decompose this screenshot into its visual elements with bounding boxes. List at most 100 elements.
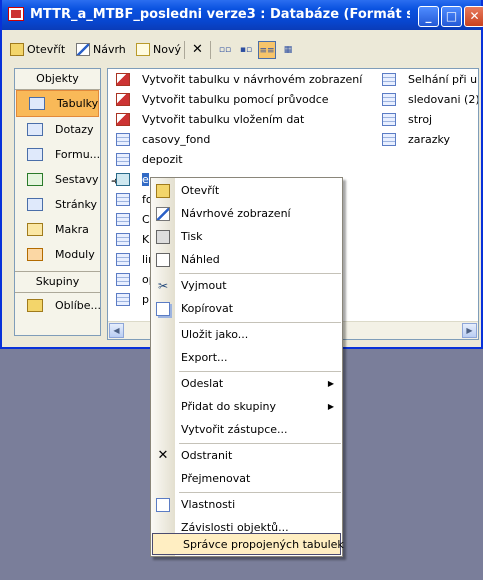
table-icon <box>29 97 45 110</box>
small-icons-view-button[interactable]: ▪▫ <box>237 41 255 59</box>
minimize-button[interactable]: _ <box>418 6 439 27</box>
wizard-icon <box>116 113 130 126</box>
scroll-left-arrow-icon[interactable]: ◀ <box>109 323 124 338</box>
module-icon <box>27 248 43 261</box>
table-icon <box>382 133 396 146</box>
submenu-arrow-icon: ▶ <box>327 402 334 411</box>
large-icons-view-button[interactable]: ▫▫ <box>216 41 234 59</box>
menu-item-delete[interactable]: ✕ Odstranit <box>151 445 342 467</box>
list-item[interactable]: depozit <box>116 151 183 169</box>
list-item[interactable]: Selhání při ulože <box>382 71 478 89</box>
toolbar-divider <box>184 41 185 59</box>
menu-item-save-as[interactable]: Uložit jako... <box>151 324 342 346</box>
favorites-icon <box>27 299 43 312</box>
table-icon <box>116 293 130 306</box>
delete-button[interactable]: ✕ <box>192 41 203 59</box>
menu-item-send[interactable]: Odeslat ▶ <box>151 373 342 395</box>
table-icon <box>382 113 396 126</box>
page-icon <box>27 198 43 211</box>
menu-separator <box>179 322 341 323</box>
open-icon <box>156 184 170 198</box>
list-item[interactable]: fo <box>116 191 153 209</box>
sidebar-item-reports[interactable]: Sestavy <box>15 167 100 192</box>
submenu-arrow-icon: ▶ <box>327 379 334 388</box>
menu-separator <box>179 443 341 444</box>
menu-item-design-view[interactable]: Návrhové zobrazení <box>151 203 342 225</box>
objects-header[interactable]: Objekty <box>15 69 100 90</box>
list-item-selected[interactable]: e <box>116 171 149 189</box>
menu-item-preview[interactable]: Náhled <box>151 249 342 271</box>
list-item[interactable]: Vytvořit tabulku pomocí průvodce <box>116 91 329 109</box>
printer-icon <box>156 230 170 244</box>
sidebar-item-modules[interactable]: Moduly <box>15 242 100 267</box>
list-item[interactable]: zarazky <box>382 131 450 149</box>
delete-icon: ✕ <box>157 448 169 463</box>
maximize-button[interactable]: □ <box>441 6 462 27</box>
report-icon <box>27 173 43 186</box>
close-button[interactable]: ✕ <box>464 6 483 27</box>
groups-header[interactable]: Skupiny <box>15 271 100 293</box>
list-item[interactable]: casovy_fond <box>116 131 210 149</box>
toolbar: Otevřít Návrh Nový ✕ ▫▫ ▪▫ ≡≡ ▦ <box>8 38 479 62</box>
menu-item-export[interactable]: Export... <box>151 347 342 369</box>
context-menu: Otevřít Návrhové zobrazení Tisk Náhled ✂… <box>150 177 344 557</box>
table-icon <box>116 253 130 266</box>
sidebar-item-pages[interactable]: Stránky <box>15 192 100 217</box>
sidebar-item-queries[interactable]: Dotazy <box>15 117 100 142</box>
window-title: MTTR_a_MTBF_posledni verze3 : Databáze (… <box>30 7 410 22</box>
menu-separator <box>179 273 341 274</box>
menu-item-cut[interactable]: ✂ Vyjmout <box>151 275 342 297</box>
delete-icon: ✕ <box>192 42 203 57</box>
list-item[interactable]: lir <box>116 251 153 269</box>
table-icon <box>116 193 130 206</box>
wizard-icon <box>116 93 130 106</box>
table-icon <box>116 273 130 286</box>
menu-item-add-to-group[interactable]: Přidat do skupiny ▶ <box>151 396 342 418</box>
menu-item-properties[interactable]: Vlastnosti <box>151 494 342 516</box>
menu-item-print[interactable]: Tisk <box>151 226 342 248</box>
access-app-icon <box>8 7 24 21</box>
list-item[interactable]: pr <box>116 291 154 309</box>
list-item[interactable]: KI <box>116 231 152 249</box>
table-icon <box>382 73 396 86</box>
details-view-button[interactable]: ▦ <box>279 41 297 59</box>
menu-item-linked-table-manager[interactable]: Správce propojených tabulek <box>152 533 344 555</box>
menu-separator <box>179 492 341 493</box>
menu-item-open[interactable]: Otevřít <box>151 180 342 202</box>
wizard-icon <box>116 73 130 86</box>
open-icon <box>10 43 24 56</box>
open-button[interactable]: Otevřít <box>10 41 65 59</box>
form-icon <box>27 148 43 161</box>
table-icon <box>116 213 130 226</box>
menu-separator <box>179 371 341 372</box>
list-item[interactable]: Vytvořit tabulku vložením dat <box>116 111 304 129</box>
menu-item-copy[interactable]: Kopírovat <box>151 298 342 320</box>
linked-table-icon <box>116 173 130 186</box>
menu-item-rename[interactable]: Přejmenovat <box>151 468 342 490</box>
new-button[interactable]: Nový <box>136 41 181 59</box>
list-item[interactable]: C <box>116 211 150 229</box>
sidebar-item-macros[interactable]: Makra <box>15 217 100 242</box>
sidebar-item-forms[interactable]: Formu... <box>15 142 100 167</box>
sidebar-item-favorites[interactable]: Oblíbe... <box>15 293 100 318</box>
title-bar[interactable]: MTTR_a_MTBF_posledni verze3 : Databáze (… <box>2 0 483 30</box>
scroll-right-arrow-icon[interactable]: ▶ <box>462 323 477 338</box>
list-item[interactable]: stroj <box>382 111 432 129</box>
table-icon <box>116 153 130 166</box>
list-item[interactable]: sledovani (2) <box>382 91 478 109</box>
list-item[interactable]: Vytvořit tabulku v návrhovém zobrazení <box>116 71 362 89</box>
query-icon <box>27 123 43 136</box>
macro-icon <box>27 223 43 236</box>
table-icon <box>116 133 130 146</box>
copy-icon <box>156 302 170 316</box>
new-icon <box>136 43 150 56</box>
design-button[interactable]: Návrh <box>76 41 126 59</box>
table-icon <box>382 93 396 106</box>
properties-icon <box>156 498 170 512</box>
scissors-icon: ✂ <box>157 279 169 293</box>
menu-item-create-shortcut[interactable]: Vytvořit zástupce... <box>151 419 342 441</box>
objects-sidebar: Objekty Tabulky Dotazy Formu... Sestavy … <box>14 68 101 336</box>
toolbar-divider <box>210 41 211 59</box>
sidebar-item-tables[interactable]: Tabulky <box>16 90 99 117</box>
list-view-button[interactable]: ≡≡ <box>258 41 276 59</box>
